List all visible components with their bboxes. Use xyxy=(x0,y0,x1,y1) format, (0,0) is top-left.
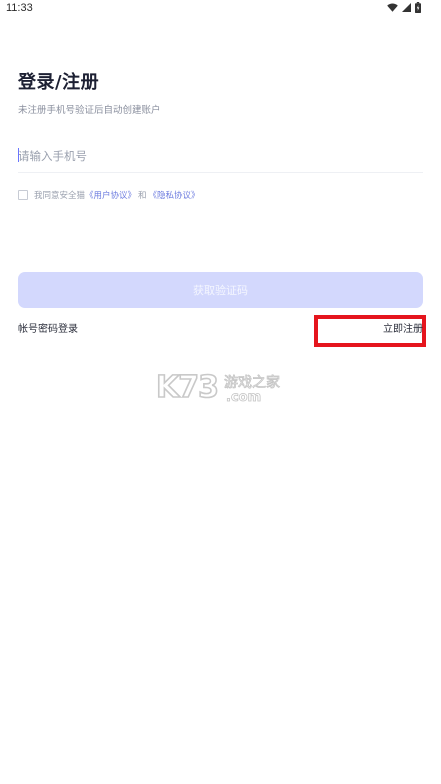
watermark-brand: K73 xyxy=(155,370,220,405)
agreement-prefix: 我同意安全猫 xyxy=(34,191,86,201)
status-time: 11:33 xyxy=(6,2,33,14)
get-code-button[interactable]: 获取验证码 xyxy=(18,272,423,308)
password-login-link[interactable]: 帐号密码登录 xyxy=(18,320,78,335)
cellular-signal-icon xyxy=(402,3,411,12)
agreement-row: 我同意安全猫 《用户协议》 和 《隐私协议》 xyxy=(18,189,200,201)
status-icons xyxy=(387,2,421,13)
agreement-conjunction: 和 xyxy=(138,191,147,201)
agree-checkbox[interactable] xyxy=(18,190,28,200)
status-bar: 11:33 xyxy=(0,0,441,20)
wifi-icon xyxy=(387,3,398,12)
text-cursor xyxy=(18,148,19,162)
user-agreement-link[interactable]: 《用户协议》 xyxy=(85,189,136,201)
phone-input[interactable] xyxy=(18,140,423,173)
battery-icon xyxy=(415,2,421,13)
watermark-logo: K73 游戏之家 .com xyxy=(155,370,286,412)
watermark-domain: .com xyxy=(226,390,262,406)
page-title: 登录/注册 xyxy=(18,72,100,93)
privacy-policy-link[interactable]: 《隐私协议》 xyxy=(149,189,200,201)
register-now-link[interactable]: 立即注册 xyxy=(383,320,423,335)
page-subtitle: 未注册手机号验证后自动创建账户 xyxy=(18,105,161,116)
watermark-name: 游戏之家 xyxy=(224,375,281,392)
